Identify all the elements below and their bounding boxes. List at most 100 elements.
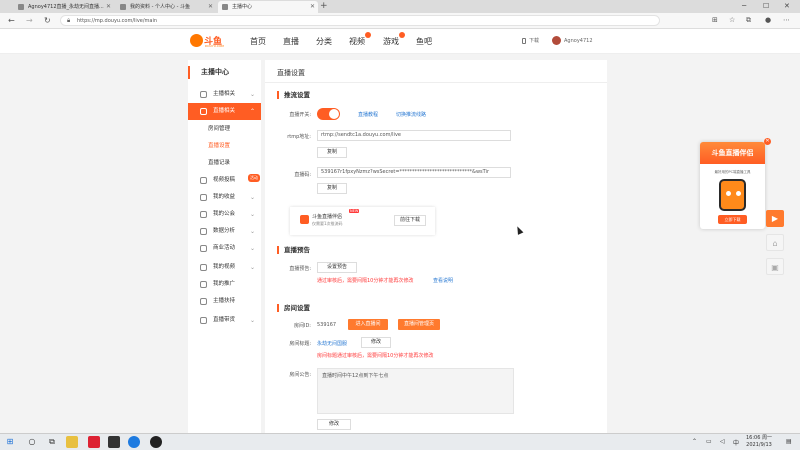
floating-companion-ad[interactable]: 斗鱼直播伴侣 最好用的PC端直播工具 立即下载 (700, 142, 765, 229)
nav-video-label: 视频 (349, 37, 365, 46)
reading-mode-icon[interactable]: ⊞ (712, 16, 718, 25)
download-label: 下载 (529, 38, 540, 44)
browser-tab-3[interactable]: 主播中心 ✕ (218, 1, 318, 13)
sidebar-item-label: 直播带货 (213, 317, 236, 323)
set-preview-button[interactable]: 设置预告 (317, 262, 357, 273)
close-tab-icon[interactable]: ✕ (310, 1, 315, 13)
profile-icon[interactable]: ● (765, 16, 771, 25)
ime-icon[interactable]: 中 (733, 438, 739, 447)
live-tutorial-link[interactable]: 直播教程 (358, 111, 378, 118)
close-window-icon[interactable]: ✕ (784, 0, 790, 12)
forward-icon[interactable]: → (26, 15, 33, 26)
preview-hint: 通过审核后，需要间隔10分钟才能再次修改 (317, 278, 414, 284)
clock-date: 2021/9/13 (746, 442, 772, 448)
guild-icon (200, 211, 207, 218)
preview-help-link[interactable]: 查看说明 (433, 277, 453, 284)
sidebar-item-anchor[interactable]: 主播相关 ⌄ (188, 86, 261, 103)
room-title-value[interactable]: 永劫无间国服 (317, 340, 347, 347)
github-icon[interactable] (150, 436, 162, 448)
nav-live[interactable]: 直播 (283, 36, 299, 47)
close-tab-icon[interactable]: ✕ (106, 1, 111, 13)
explorer-icon[interactable] (66, 436, 78, 448)
app-icon[interactable] (108, 436, 120, 448)
favorite-star-icon[interactable]: ☆ (729, 16, 735, 25)
url-input[interactable]: 🔒︎ https://mp.douyu.com/live/main (60, 15, 660, 26)
screen-icon (200, 108, 207, 115)
more-menu-icon[interactable]: ⋯ (783, 16, 790, 25)
sidebar-item-income[interactable]: 我的收益 ⌄ (188, 189, 261, 206)
username: Agnoy4712 (564, 38, 593, 44)
modify-notice-button[interactable]: 修改 (317, 419, 351, 430)
maximize-icon[interactable]: ☐ (763, 0, 769, 12)
taskbar-clock[interactable]: 16:06 周一 2021/9/13 (746, 435, 772, 449)
float-ad-close-icon[interactable]: ✕ (764, 138, 771, 145)
sidebar-item-business[interactable]: 商业活动 ⌄ (188, 240, 261, 257)
browser-tab-1[interactable]: Agnoy4712直播_永劫无间直播... ✕ (14, 1, 114, 13)
nav-fishbar[interactable]: 鱼吧 (416, 36, 432, 47)
notification-icon[interactable]: ▤ (786, 438, 792, 445)
nav-category[interactable]: 分类 (316, 36, 332, 47)
nav-video[interactable]: 视频 (349, 32, 371, 47)
stream-code-field[interactable]: 539167r1fpxyNzmz?wsSecret=**************… (317, 167, 511, 178)
tray-chevron-icon[interactable]: ⌃ (692, 438, 697, 445)
side-play-icon[interactable]: ▶ (766, 210, 784, 227)
browser-tab-strip: Agnoy4712直播_永劫无间直播... ✕ 我的资料 - 个人中心 - 斗鱼… (0, 0, 800, 13)
sidebar-item-my-videos[interactable]: 我的视频 ⌄ (188, 259, 261, 276)
nav-game[interactable]: 游戏 (383, 32, 405, 47)
windows-start-icon[interactable]: ⊞ (4, 436, 16, 448)
chevron-down-icon: ⌄ (249, 245, 255, 252)
download-link[interactable]: 下载 (522, 37, 539, 44)
modify-title-button[interactable]: 修改 (361, 337, 391, 348)
chart-icon (200, 228, 207, 235)
sidebar-title: 主播中心 (188, 66, 261, 79)
sidebar-item-analytics[interactable]: 数据分析 ⌄ (188, 223, 261, 240)
douyu-logo[interactable]: 斗鱼 DOUYU.COM (190, 33, 228, 49)
sidebar-item-promotion[interactable]: 我的推广 (188, 276, 261, 293)
sidebar-sub-live-records[interactable]: 直播记录 (208, 158, 230, 166)
tab-label: Agnoy4712直播_永劫无间直播... (28, 4, 104, 10)
avatar (552, 36, 561, 45)
task-view-icon[interactable]: ⧉ (46, 436, 58, 448)
network-icon[interactable]: ▭ (706, 438, 712, 445)
sidebar-item-guild[interactable]: 我的公会 ⌄ (188, 206, 261, 223)
logo-domain: DOUYU.COM (205, 44, 224, 48)
sidebar-item-label: 主播扶持 (213, 298, 236, 304)
close-tab-icon[interactable]: ✕ (208, 1, 213, 13)
copy-rtmp-button[interactable]: 复制 (317, 147, 347, 158)
sidebar-item-commerce[interactable]: 直播带货 ⌄ (188, 312, 261, 329)
side-qr-icon[interactable]: ▣ (766, 258, 784, 275)
room-notice-textarea[interactable]: 直播时间中午12点到下午七点 (317, 368, 514, 414)
promo-download-button[interactable]: 前往下载 (394, 215, 426, 226)
nav-home[interactable]: 首页 (250, 36, 266, 47)
back-icon[interactable]: ← (8, 15, 15, 26)
chevron-down-icon: ⌄ (249, 317, 255, 324)
section-title-room: 房间设置 (277, 304, 310, 312)
rtmp-address-field[interactable]: rtmp://sendtc1a.douyu.com/live (317, 130, 511, 141)
side-home-icon[interactable]: ⌂ (766, 234, 784, 251)
live-room-manage-button[interactable]: 直播间管理页 (398, 319, 440, 330)
minimize-icon[interactable]: ─ (742, 0, 746, 12)
collections-icon[interactable]: ⧉ (746, 16, 751, 25)
browser-tab-2[interactable]: 我的资料 - 个人中心 - 斗鱼 ✕ (116, 1, 216, 13)
sidebar-sub-room-manage[interactable]: 房间管理 (208, 124, 230, 132)
netease-music-icon[interactable] (88, 436, 100, 448)
edge-browser-icon[interactable] (128, 436, 140, 448)
refresh-icon[interactable]: ↻ (44, 15, 51, 26)
volume-icon[interactable]: ◁ (720, 438, 725, 445)
tab-label: 我的资料 - 个人中心 - 斗鱼 (130, 4, 190, 10)
new-tab-button[interactable]: + (320, 1, 328, 12)
page-title: 直播设置 (277, 69, 305, 77)
copy-code-button[interactable]: 复制 (317, 183, 347, 194)
sidebar-item-support[interactable]: 主播扶持 (188, 293, 261, 310)
search-icon[interactable]: ○ (26, 436, 38, 448)
room-title-hint: 房间标题通过审核后，需要间隔10分钟才能再次修改 (317, 353, 434, 359)
switch-stream-line-link[interactable]: 切换推流线路 (396, 111, 426, 118)
preview-label: 直播预告: (289, 266, 311, 272)
sidebar-item-live[interactable]: 直播相关 ⌃ (188, 103, 261, 120)
live-switch-toggle[interactable] (317, 108, 340, 120)
url-text: https://mp.douyu.com/live/main (77, 18, 158, 24)
room-id-label: 房间ID: (293, 323, 311, 329)
sidebar-sub-live-settings[interactable]: 直播设置 (208, 141, 230, 149)
float-ad-download-button[interactable]: 立即下载 (718, 215, 747, 224)
enter-room-button[interactable]: 进入直播间 (348, 319, 388, 330)
